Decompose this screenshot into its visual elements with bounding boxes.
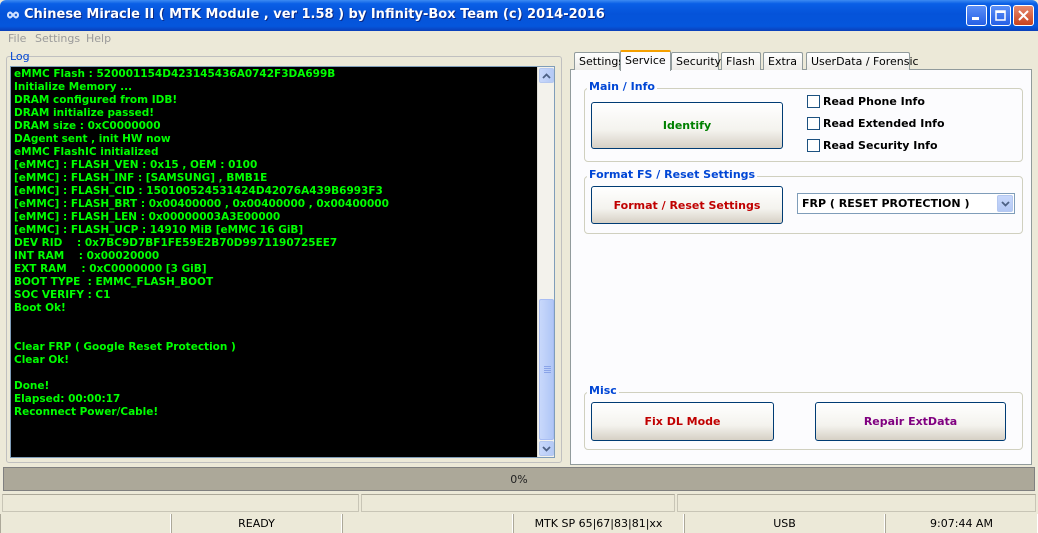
status-connection: USB	[684, 514, 885, 533]
progress-bar: 0%	[3, 467, 1035, 491]
log-line: [eMMC] : FLASH_CID : 150100524531424D420…	[14, 185, 383, 197]
format-reset-button[interactable]: Format / Reset Settings	[591, 186, 783, 224]
tab-security[interactable]: Security	[671, 52, 721, 70]
read-phone-info-label: Read Phone Info	[823, 95, 925, 108]
main-window: Chinese Miracle II ( MTK Module , ver 1.…	[0, 0, 1038, 533]
log-line: SOC VERIFY : C1	[14, 289, 111, 301]
log-output[interactable]: eMMC Flash : 520001154D423145436A0742F3D…	[10, 66, 555, 458]
info-cell	[2, 494, 359, 512]
tab-service[interactable]: Service	[620, 50, 671, 71]
log-line: DRAM size : 0xC0000000	[14, 120, 161, 132]
window-title: Chinese Miracle II ( MTK Module , ver 1.…	[24, 7, 605, 22]
log-line: eMMC Flash : 520001154D423145436A0742F3D…	[14, 68, 336, 80]
grip-line	[544, 368, 551, 369]
log-line: [eMMC] : FLASH_VEN : 0x15 , OEM : 0100	[14, 159, 258, 171]
log-line: DRAM configured from IDB!	[14, 94, 178, 106]
grip-line	[544, 370, 551, 371]
log-line: [eMMC] : FLASH_UCP : 14910 MiB [eMMC 16 …	[14, 224, 304, 236]
read-security-info-checkbox[interactable]: Read Security Info	[807, 139, 938, 152]
log-line: Clear Ok!	[14, 354, 70, 366]
status-ready: READY	[171, 514, 342, 533]
main-info-label: Main / Info	[587, 80, 657, 93]
status-time: 9:07:44 AM	[885, 514, 1038, 533]
repair-extdata-button[interactable]: Repair ExtData	[815, 402, 1006, 441]
log-line: INT RAM : 0x00020000	[14, 250, 160, 262]
format-fs-label: Format FS / Reset Settings	[587, 168, 758, 181]
log-line: Clear FRP ( Google Reset Protection )	[14, 341, 236, 353]
checkbox-box[interactable]	[807, 117, 820, 130]
chevron-down-icon	[1000, 200, 1010, 207]
log-line: [eMMC] : FLASH_BRT : 0x00400000 , 0x0040…	[14, 198, 389, 210]
read-security-info-label: Read Security Info	[823, 139, 938, 152]
status-cell-empty	[0, 514, 171, 533]
read-extended-info-checkbox[interactable]: Read Extended Info	[807, 117, 945, 130]
close-button[interactable]	[1013, 5, 1034, 26]
info-row	[0, 494, 1038, 512]
maximize-icon	[995, 10, 1006, 21]
menu-settings[interactable]: Settings	[35, 32, 80, 45]
log-line: Reconnect Power/Cable!	[14, 406, 159, 418]
misc-label: Misc	[587, 384, 619, 397]
menu-file[interactable]: File	[8, 32, 26, 45]
minimize-button[interactable]	[966, 5, 987, 26]
checkbox-box[interactable]	[807, 139, 820, 152]
service-tab-panel: Main / Info Identify Read Phone Info Rea…	[570, 69, 1032, 465]
scroll-thumb[interactable]	[539, 299, 554, 440]
log-text: eMMC Flash : 520001154D423145436A0742F3D…	[14, 68, 534, 419]
log-line: eMMC FlashIC initialized	[14, 146, 159, 158]
log-label: Log	[10, 50, 30, 63]
menu-bar: File Settings Help	[0, 31, 1038, 47]
log-line: Boot Ok!	[14, 302, 66, 314]
log-line: Initialize Memory ...	[14, 81, 133, 93]
log-line: EXT RAM : 0xC0000000 [3 GiB]	[14, 263, 207, 275]
grip-line	[544, 372, 551, 373]
log-line: [eMMC] : FLASH_LEN : 0x00000003A3E00000	[14, 211, 281, 223]
grip-line	[544, 366, 551, 367]
read-phone-info-checkbox[interactable]: Read Phone Info	[807, 95, 925, 108]
tab-extra[interactable]: Extra	[763, 52, 803, 70]
log-line: DRAM initialize passed!	[14, 107, 155, 119]
log-line: Done!	[14, 380, 50, 392]
maximize-button[interactable]	[990, 5, 1011, 26]
read-extended-info-label: Read Extended Info	[823, 117, 945, 130]
format-option-select[interactable]: FRP ( RESET PROTECTION )	[797, 193, 1015, 214]
arrow-up-icon	[542, 72, 551, 79]
log-line: [eMMC] : FLASH_INF : [SAMSUNG] , BMB1E	[14, 172, 268, 184]
menu-help[interactable]: Help	[86, 32, 111, 45]
format-option-value: FRP ( RESET PROTECTION )	[802, 197, 970, 210]
arrow-down-icon	[542, 445, 551, 452]
log-line: BOOT TYPE : EMMC_FLASH_BOOT	[14, 276, 214, 288]
fix-dl-mode-button[interactable]: Fix DL Mode	[591, 402, 774, 441]
identify-button[interactable]: Identify	[591, 102, 783, 149]
log-line: Elapsed: 00:00:17	[14, 393, 121, 405]
status-platform: MTK SP 65|67|83|81|xx	[513, 514, 684, 533]
progress-text: 0%	[510, 473, 528, 486]
scroll-down-button[interactable]	[539, 441, 554, 456]
info-cell	[361, 494, 675, 512]
status-cell-empty	[342, 514, 513, 533]
info-cell	[677, 494, 1036, 512]
minimize-icon	[972, 17, 979, 20]
tab-flash[interactable]: Flash	[721, 52, 761, 70]
log-line: DEV RID : 0x7BC9D7BF1FE59E2B70D997119072…	[14, 237, 338, 249]
tab-userdata-forensic[interactable]: UserData / Forensic	[806, 52, 919, 70]
tab-settings[interactable]: Settings	[574, 52, 624, 70]
log-scrollbar[interactable]	[537, 67, 554, 457]
scroll-up-button[interactable]	[539, 68, 554, 83]
infinity-logo-icon	[6, 11, 20, 19]
dropdown-button[interactable]	[997, 195, 1013, 212]
log-line: DAgent sent , init HW now	[14, 133, 171, 145]
checkbox-box[interactable]	[807, 95, 820, 108]
title-bar[interactable]: Chinese Miracle II ( MTK Module , ver 1.…	[0, 0, 1038, 31]
close-icon	[1018, 10, 1029, 21]
status-bar: READY MTK SP 65|67|83|81|xx USB 9:07:44 …	[0, 514, 1038, 533]
